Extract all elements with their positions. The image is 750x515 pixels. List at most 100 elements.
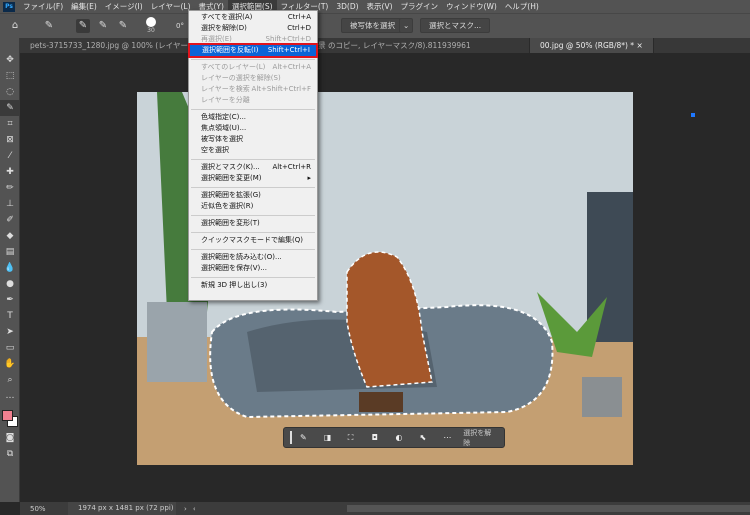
status-arrow[interactable]: › (176, 505, 187, 513)
subtract-selection-icon[interactable]: ✎ (116, 19, 130, 33)
menu-item[interactable]: 空を選択 (189, 145, 317, 156)
menu-item[interactable]: すべてを選択(A) Ctrl+A (189, 12, 317, 23)
angle-field[interactable]: 0° (176, 22, 184, 30)
brush-size-picker[interactable]: 30 (142, 15, 160, 37)
menu-item-label: 選択を解除(D) (201, 24, 247, 32)
deselect-button[interactable]: 選択を解除 (463, 428, 498, 448)
hand-tool-icon[interactable]: ✋ (0, 356, 20, 372)
document-tabs: pets-3715733_1280.jpg @ 100% (レイヤー 0, RG… (20, 38, 750, 53)
menu-item-label: クイックマスクモードで編集(Q) (201, 236, 303, 244)
menu-item[interactable]: 再選択(E) Shift+Ctrl+D (189, 34, 317, 45)
dodge-tool-icon[interactable]: ● (0, 276, 20, 292)
menu-item-label: 選択範囲を変更(M) (201, 174, 262, 182)
shape-tool-icon[interactable]: ▭ (0, 340, 20, 356)
menu-item[interactable]: 焦点領域(U)... (189, 123, 317, 134)
more-options-icon[interactable]: ⋯ (443, 433, 459, 442)
menu-item-shortcut: Alt+Ctrl+R (272, 163, 311, 171)
select-subject-button[interactable]: 被写体を選択 (341, 18, 404, 33)
menu-item-shortcut: Shift+Ctrl+I (267, 46, 310, 54)
move-tool-icon[interactable]: ✥ (0, 52, 20, 68)
scroll-left[interactable]: ‹ (187, 505, 196, 513)
quick-select-icon[interactable]: ✎ (300, 433, 320, 442)
healing-tool-icon[interactable]: ✚ (0, 164, 20, 180)
menu-item-label: 選択範囲を拡張(G) (201, 191, 261, 199)
stamp-tool-icon[interactable]: ⊥ (0, 196, 20, 212)
brush-tool-icon[interactable]: ✏ (0, 180, 20, 196)
blur-tool-icon[interactable]: 💧 (0, 260, 20, 276)
menu-item-label: 被写体を選択 (201, 135, 243, 143)
type-tool-icon[interactable]: T (0, 308, 20, 324)
menu-item-label: 選択範囲を変形(T) (201, 219, 260, 227)
menu-10[interactable]: ウィンドウ(W) (442, 0, 501, 13)
eraser-tool-icon[interactable]: ◆ (0, 228, 20, 244)
menu-item[interactable]: 選択範囲を反転(I) Shift+Ctrl+I (188, 43, 318, 58)
pen-tool-icon[interactable]: ✒ (0, 292, 20, 308)
menu-item[interactable]: 被写体を選択 (189, 134, 317, 145)
quick-select-tool-preset-icon[interactable]: ✎ (42, 19, 56, 33)
menu-11[interactable]: ヘルプ(H) (501, 0, 543, 13)
lasso-tool-icon[interactable]: ◌ (0, 84, 20, 100)
menu-item-label: レイヤーを分離 (201, 96, 250, 104)
invert-selection-icon[interactable]: ◨ (324, 433, 344, 442)
home-icon[interactable]: ⌂ (8, 19, 22, 33)
horizontal-scrollbar[interactable] (347, 505, 750, 512)
contextual-task-bar: ✎ ◨ ⛶ ◘ ◐ ⬉ ⋯ 選択を解除 (283, 427, 505, 448)
eyedropper-tool-icon[interactable]: ⁄ (0, 148, 20, 164)
select-and-mask-button[interactable]: 選択とマスク... (420, 18, 491, 33)
menu-item[interactable]: クイックマスクモードで編集(Q) (189, 235, 317, 246)
mask-icon[interactable]: ◘ (372, 433, 392, 442)
menu-item[interactable]: 選択範囲を拡張(G) (189, 190, 317, 201)
quick-mask-icon[interactable]: ◙ (0, 430, 20, 446)
document-size: 1974 px x 1481 px (72 ppi) (68, 502, 176, 515)
menu-item-label: すべてのレイヤー(L) (201, 63, 266, 71)
menu-item-label: レイヤーを検索 (201, 85, 250, 93)
menu-item[interactable]: 近似色を選択(R) (189, 201, 317, 212)
zoom-level[interactable]: 50% (20, 505, 68, 513)
select-subject-dropdown[interactable]: ⌄ (399, 18, 414, 33)
menu-item[interactable]: レイヤーを検索 Alt+Shift+Ctrl+F (189, 84, 317, 95)
tools-panel: ✥ ⬚ ◌ ✎ ⌗ ⊠ ⁄ ✚ ✏ ⊥ ✐ ◆ ▤ 💧 ● ✒ T ➤ ▭ ✋ … (0, 38, 20, 502)
menu-item[interactable]: 選択範囲を読み込む(O)... (189, 252, 317, 263)
zoom-tool-icon[interactable]: ⌕ (0, 372, 20, 388)
menu-1[interactable]: 編集(E) (67, 0, 101, 13)
screen-mode-icon[interactable]: ⧉ (0, 446, 20, 462)
menu-item[interactable]: 新規 3D 押し出し(3) (189, 280, 317, 291)
menu-item[interactable]: 選択範囲を変形(T) (189, 218, 317, 229)
menu-separator (191, 58, 315, 60)
menu-item[interactable]: 選択とマスク(K)... Alt+Ctrl+R (189, 162, 317, 173)
menu-item[interactable]: 選択範囲を変更(M) ▸ (189, 173, 317, 184)
menu-2[interactable]: イメージ(I) (101, 0, 147, 13)
new-selection-icon[interactable]: ✎ (76, 19, 90, 33)
quick-select-tool-icon[interactable]: ✎ (0, 100, 20, 116)
add-selection-icon[interactable]: ✎ (96, 19, 110, 33)
menu-item[interactable]: レイヤーの選択を解除(S) (189, 73, 317, 84)
crop-tool-icon[interactable]: ⌗ (0, 116, 20, 132)
menu-0[interactable]: ファイル(F) (19, 0, 67, 13)
menu-item[interactable]: 選択を解除(D) Ctrl+D (189, 23, 317, 34)
history-brush-icon[interactable]: ✐ (0, 212, 20, 228)
menu-9[interactable]: プラグイン (397, 0, 443, 13)
marquee-tool-icon[interactable]: ⬚ (0, 68, 20, 84)
menu-item-shortcut: Ctrl+A (287, 13, 311, 21)
fill-icon[interactable]: ⬉ (419, 433, 439, 442)
menu-item[interactable]: 色域指定(C)... (189, 112, 317, 123)
more-tools-icon[interactable]: … (0, 388, 20, 404)
menu-item-shortcut: ▸ (307, 174, 311, 182)
menu-7[interactable]: 3D(D) (332, 0, 362, 13)
drag-handle[interactable] (290, 431, 292, 444)
tab-00[interactable]: 00.jpg @ 50% (RGB/8*) * × (530, 38, 654, 53)
adjustment-icon[interactable]: ◐ (396, 433, 416, 442)
menu-item-label: 選択範囲を保存(V)... (201, 264, 267, 272)
color-swatches[interactable] (0, 408, 19, 430)
transform-selection-icon[interactable]: ⛶ (348, 433, 368, 443)
menu-separator (191, 231, 315, 233)
menu-8[interactable]: 表示(V) (363, 0, 397, 13)
frame-tool-icon[interactable]: ⊠ (0, 132, 20, 148)
path-select-icon[interactable]: ➤ (0, 324, 20, 340)
menu-item-label: 焦点領域(U)... (201, 124, 247, 132)
menu-item[interactable]: すべてのレイヤー(L) Alt+Ctrl+A (189, 62, 317, 73)
foreground-color-swatch[interactable] (2, 410, 13, 421)
menu-item[interactable]: レイヤーを分離 (189, 95, 317, 106)
menu-item[interactable]: 選択範囲を保存(V)... (189, 263, 317, 274)
gradient-tool-icon[interactable]: ▤ (0, 244, 20, 260)
